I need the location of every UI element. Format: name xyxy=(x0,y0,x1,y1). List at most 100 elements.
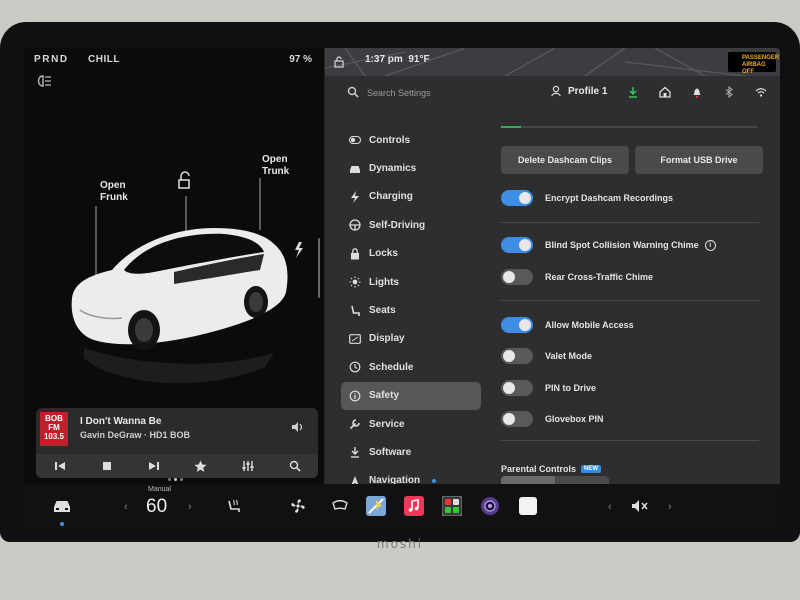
unlock-icon xyxy=(178,171,190,189)
sun-icon xyxy=(349,276,361,288)
music-app-icon[interactable] xyxy=(404,496,424,516)
download-icon xyxy=(349,446,361,459)
parental-controls-heading: Parental Controls NEW xyxy=(501,464,602,474)
car-panel: PRND CHILL 97 % Open Frunk Open Trunk BO… xyxy=(24,48,324,484)
info-icon[interactable]: i xyxy=(704,239,716,251)
header-icons xyxy=(627,86,767,98)
speed-value: 60 xyxy=(146,496,168,517)
active-indicator-dot xyxy=(60,522,64,526)
rear-cross-traffic-toggle[interactable] xyxy=(501,269,533,285)
media-search-icon[interactable] xyxy=(288,459,302,473)
volume-down-chevron-icon[interactable]: ‹ xyxy=(608,501,612,513)
settings-header: Profile 1 xyxy=(325,76,780,116)
nav-item-service[interactable]: Service xyxy=(341,410,481,438)
notification-bell-icon[interactable] xyxy=(691,86,703,98)
toggle-row-pin-to-drive[interactable]: PIN to Drive xyxy=(501,380,596,396)
person-icon xyxy=(551,85,561,97)
nav-item-charging[interactable]: Charging xyxy=(341,183,481,211)
toggle-row-valet-mode[interactable]: Valet Mode xyxy=(501,348,592,364)
nav-item-schedule[interactable]: Schedule xyxy=(341,353,481,381)
previous-track-icon[interactable] xyxy=(53,459,67,473)
settings-nav: Controls Dynamics Charging Self-Driving … xyxy=(341,126,481,495)
settings-panel: 1:37 pm 91°F PASSENGER AIRBAG OFF Profil… xyxy=(325,48,780,486)
page-dots xyxy=(168,478,183,481)
search-settings-input[interactable] xyxy=(367,85,517,101)
pin-to-drive-toggle[interactable] xyxy=(501,380,533,396)
app-launcher-icon[interactable] xyxy=(442,496,462,516)
track-title: I Don't Wanna Be xyxy=(80,416,162,427)
speed-decrease-chevron-icon[interactable]: ‹ xyxy=(124,501,128,513)
wrench-icon xyxy=(349,418,361,430)
divider xyxy=(501,300,759,301)
valet-mode-toggle[interactable] xyxy=(501,348,533,364)
outside-temperature: 91°F xyxy=(408,54,430,65)
nav-item-lights[interactable]: Lights xyxy=(341,268,481,296)
nav-item-controls[interactable]: Controls xyxy=(341,126,481,154)
nav-item-software[interactable]: Software xyxy=(341,438,481,466)
toggle-row-glovebox-pin[interactable]: Glovebox PIN xyxy=(501,411,604,427)
mobile-access-toggle[interactable] xyxy=(501,317,533,333)
station-logo: BOB FM 103.5 xyxy=(40,412,68,446)
nav-item-display[interactable]: Display xyxy=(341,325,481,353)
profile-button[interactable]: Profile 1 xyxy=(551,85,607,97)
passenger-airbag-indicator: PASSENGER AIRBAG OFF xyxy=(728,52,779,75)
profile-name: Profile 1 xyxy=(568,85,608,97)
toggle-icon xyxy=(349,134,361,146)
home-icon[interactable] xyxy=(659,86,671,98)
seat-heater-icon[interactable] xyxy=(224,496,244,516)
equalizer-icon[interactable] xyxy=(241,459,255,473)
dashcam-buttons: Delete Dashcam Clips Format USB Drive xyxy=(501,146,763,174)
nav-item-seats[interactable]: Seats xyxy=(341,296,481,324)
media-source-icon[interactable] xyxy=(290,420,304,434)
blind-spot-chime-toggle[interactable] xyxy=(501,237,533,253)
speed-increase-chevron-icon[interactable]: › xyxy=(188,501,192,513)
bluetooth-icon[interactable] xyxy=(723,86,735,98)
speed-label: Manual xyxy=(148,486,171,493)
panel-scrollbar[interactable] xyxy=(318,238,320,298)
nav-item-locks[interactable]: Locks xyxy=(341,240,481,268)
software-download-icon[interactable] xyxy=(627,86,639,98)
fan-icon[interactable] xyxy=(288,496,308,516)
divider xyxy=(501,440,759,441)
media-player[interactable]: BOB FM 103.5 I Don't Wanna Be Gavin DeGr… xyxy=(36,408,318,478)
volume-muted-icon[interactable] xyxy=(630,496,650,516)
format-usb-drive-button[interactable]: Format USB Drive xyxy=(635,146,763,174)
bezel-brand: moshi xyxy=(376,537,424,551)
touchscreen: PRND CHILL 97 % Open Frunk Open Trunk BO… xyxy=(24,48,780,530)
blank-app-icon[interactable] xyxy=(518,496,538,516)
clock-temperature: 1:37 pm 91°F xyxy=(365,54,430,65)
nav-item-safety[interactable]: Safety xyxy=(341,381,481,410)
clock-icon xyxy=(349,361,361,373)
delete-dashcam-clips-button[interactable]: Delete Dashcam Clips xyxy=(501,146,629,174)
volume-up-chevron-icon[interactable]: › xyxy=(668,501,672,513)
bottom-dock: ‹ Manual 60 › ‹ › xyxy=(24,484,780,530)
glovebox-pin-toggle[interactable] xyxy=(501,411,533,427)
car-icon xyxy=(349,163,361,175)
lock-icon xyxy=(349,247,361,260)
map-background: 1:37 pm 91°F PASSENGER AIRBAG OFF xyxy=(325,48,780,76)
bolt-icon xyxy=(349,190,361,203)
steering-wheel-icon xyxy=(349,219,361,232)
car-menu-icon[interactable] xyxy=(52,496,72,516)
camera-app-icon[interactable] xyxy=(480,496,500,516)
toggle-row-blind-spot-chime[interactable]: Blind Spot Collision Warning Chime i xyxy=(501,237,716,253)
scroll-progress xyxy=(501,126,757,128)
nav-item-dynamics[interactable]: Dynamics xyxy=(341,154,481,182)
toggle-row-mobile-access[interactable]: Allow Mobile Access xyxy=(501,317,634,333)
encrypt-dashcam-toggle[interactable] xyxy=(501,190,533,206)
divider xyxy=(501,222,759,223)
nav-item-self-driving[interactable]: Self-Driving xyxy=(341,211,481,239)
next-track-icon[interactable] xyxy=(147,459,161,473)
toggle-row-rear-cross-traffic[interactable]: Rear Cross-Traffic Chime xyxy=(501,269,653,285)
stop-icon[interactable] xyxy=(100,459,114,473)
display-icon xyxy=(349,333,361,345)
update-dot xyxy=(432,478,437,483)
wifi-icon[interactable] xyxy=(755,86,767,98)
search-icon xyxy=(347,86,359,98)
favorite-star-icon[interactable] xyxy=(194,459,208,473)
info-circle-icon xyxy=(349,390,361,402)
defrost-icon[interactable] xyxy=(330,496,350,516)
clock: 1:37 pm xyxy=(365,54,403,65)
toggle-row-encrypt-dashcam[interactable]: Encrypt Dashcam Recordings xyxy=(501,190,673,206)
navigation-app-icon[interactable] xyxy=(366,496,386,516)
